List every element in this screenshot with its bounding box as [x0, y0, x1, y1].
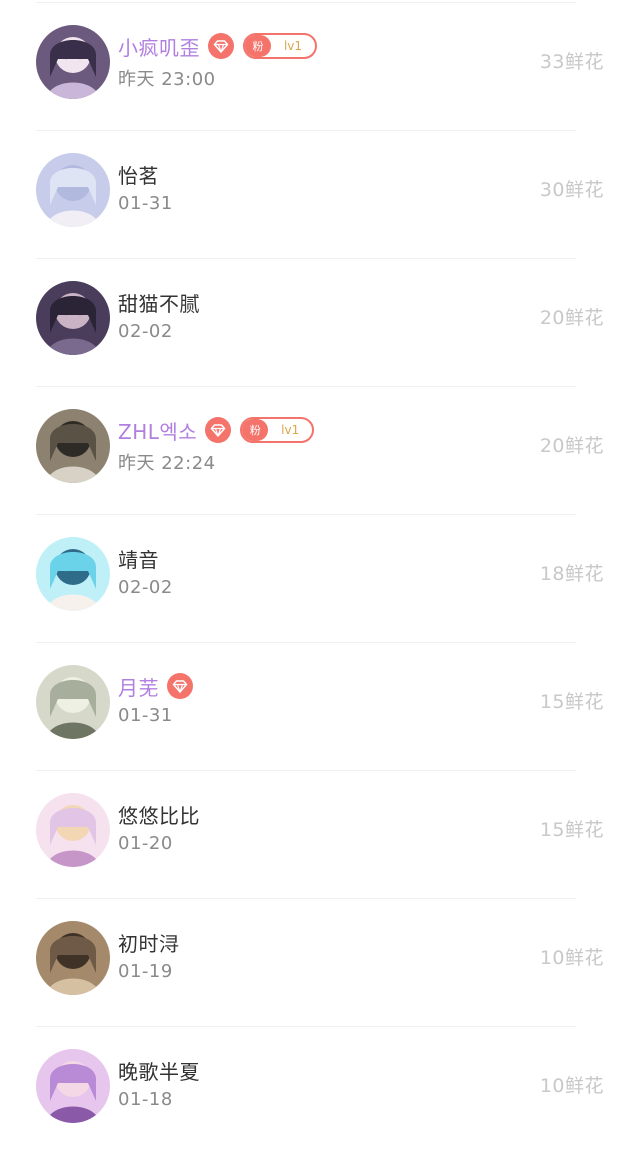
timestamp: 01-18	[118, 1089, 173, 1110]
avatar[interactable]	[36, 921, 110, 995]
flower-count: 10鲜花	[539, 1075, 604, 1097]
avatar[interactable]	[36, 153, 110, 227]
user-name[interactable]: 怡茗	[118, 160, 159, 189]
diamond-icon	[208, 33, 234, 59]
avatar[interactable]	[36, 409, 110, 483]
fan-badge-label: 粉	[245, 35, 271, 57]
fan-badge-label: 粉	[242, 419, 269, 441]
user-name[interactable]: 甜猫不腻	[118, 288, 200, 317]
diamond-icon	[205, 417, 232, 443]
anime-avatar-icon	[36, 665, 110, 739]
name-line: 晚歌半夏	[118, 1055, 200, 1085]
avatar[interactable]	[36, 537, 110, 611]
anime-avatar-icon	[36, 793, 110, 867]
name-line: 悠悠比比	[118, 799, 200, 829]
portrait-avatar-icon	[36, 921, 110, 995]
anime-avatar-icon	[36, 409, 110, 483]
timestamp: 01-19	[118, 961, 173, 982]
flower-count: 20鲜花	[539, 307, 604, 329]
list-item[interactable]: 怡茗 01-31 30鲜花	[0, 131, 640, 259]
name-line: 甜猫不腻	[118, 287, 200, 317]
user-name[interactable]: ZHL엑소	[118, 416, 197, 445]
flower-count: 20鲜花	[539, 435, 604, 457]
name-line: 怡茗	[118, 159, 159, 189]
flower-count: 15鲜花	[539, 819, 604, 841]
anime-avatar-icon	[36, 1049, 110, 1123]
fan-badge-level: lv1	[283, 39, 303, 53]
anime-avatar-icon	[36, 281, 110, 355]
list-item[interactable]: 悠悠比比 01-20 15鲜花	[0, 771, 640, 899]
fan-level-badge: 粉 lv1	[240, 417, 315, 443]
name-line: ZHL엑소 粉 lv1	[118, 415, 315, 445]
anime-avatar-icon	[36, 153, 110, 227]
timestamp: 昨天 22:24	[118, 453, 216, 474]
avatar[interactable]	[36, 1049, 110, 1123]
anime-avatar-icon	[36, 537, 110, 611]
user-name[interactable]: 靖音	[118, 544, 159, 573]
list-item[interactable]: 甜猫不腻 02-02 20鲜花	[0, 259, 640, 387]
timestamp: 01-20	[118, 833, 173, 854]
list-item[interactable]: 小疯叽歪 粉 lv1 昨天 23:00 33鲜花	[0, 3, 640, 131]
user-name[interactable]: 悠悠比比	[118, 800, 200, 829]
flower-count: 10鲜花	[539, 947, 604, 969]
flower-count: 30鲜花	[539, 179, 604, 201]
anime-avatar-icon	[36, 25, 110, 99]
user-name[interactable]: 月芜	[118, 672, 159, 701]
timestamp: 昨天 23:00	[118, 69, 216, 90]
fan-level-badge: 粉 lv1	[243, 33, 317, 59]
flower-count: 15鲜花	[539, 691, 604, 713]
avatar[interactable]	[36, 793, 110, 867]
timestamp: 02-02	[118, 577, 173, 598]
list-item[interactable]: 初时浔 01-19 10鲜花	[0, 899, 640, 1027]
list-item[interactable]: ZHL엑소 粉 lv1 昨天 22:24 20鲜花	[0, 387, 640, 515]
name-line: 靖音	[118, 543, 159, 573]
name-line: 初时浔	[118, 927, 180, 957]
timestamp: 02-02	[118, 321, 173, 342]
flower-count: 33鲜花	[539, 51, 604, 73]
user-name[interactable]: 初时浔	[118, 928, 180, 957]
timestamp: 01-31	[118, 705, 173, 726]
fan-badge-level: lv1	[281, 423, 300, 437]
flower-count: 18鲜花	[539, 563, 604, 585]
avatar[interactable]	[36, 665, 110, 739]
user-name[interactable]: 晚歌半夏	[118, 1056, 200, 1085]
list-item[interactable]: 月芜 01-31 15鲜花	[0, 643, 640, 771]
diamond-icon	[167, 673, 193, 699]
user-name[interactable]: 小疯叽歪	[118, 32, 200, 61]
name-line: 小疯叽歪 粉 lv1	[118, 31, 317, 61]
list-item[interactable]: 靖音 02-02 18鲜花	[0, 515, 640, 643]
avatar[interactable]	[36, 281, 110, 355]
list-item[interactable]: 晚歌半夏 01-18 10鲜花	[0, 1027, 640, 1155]
avatar[interactable]	[36, 25, 110, 99]
timestamp: 01-31	[118, 193, 173, 214]
name-line: 月芜	[118, 671, 193, 701]
